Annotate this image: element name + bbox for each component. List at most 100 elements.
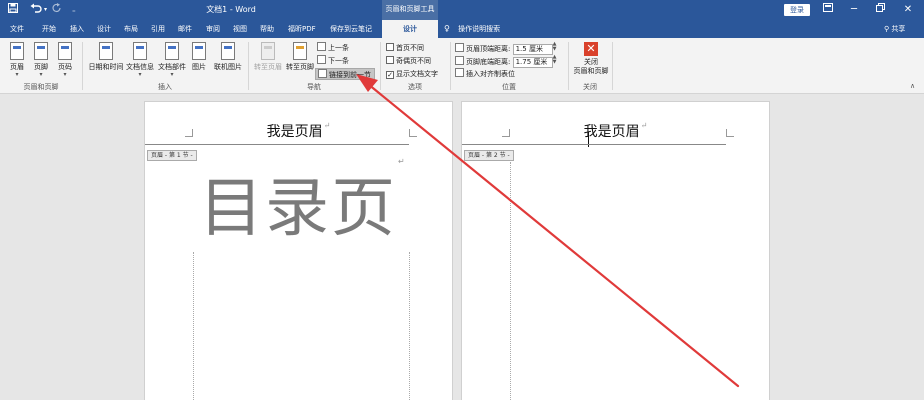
doc-info-button[interactable]: 文档信息 ▾ bbox=[125, 42, 155, 78]
close-header-footer-button[interactable]: ✕ 关闭 页眉和页脚 bbox=[570, 42, 612, 76]
tab-help[interactable]: 帮助 bbox=[260, 22, 274, 36]
tab-design[interactable]: 设计 bbox=[97, 22, 111, 36]
doc-parts-button[interactable]: 文档部件 ▾ bbox=[157, 42, 187, 78]
different-odd-even-checkbox[interactable]: 奇偶页不同 bbox=[386, 55, 431, 67]
dropdown-arrow-icon: ▾ bbox=[138, 71, 142, 78]
restore-icon[interactable] bbox=[870, 2, 890, 18]
next-button[interactable]: 下一条 bbox=[317, 55, 349, 67]
checkbox-icon bbox=[386, 56, 394, 64]
search-label: 操作说明搜索 bbox=[458, 25, 501, 33]
header-divider bbox=[145, 144, 409, 145]
header-text[interactable]: 我是页眉↵ bbox=[145, 121, 452, 141]
ribbon-tab-bar: 文件 开始 插入 设计 布局 引用 邮件 审阅 视图 帮助 福昕PDF 保存到云… bbox=[0, 20, 924, 38]
page-number-button[interactable]: 页码 ▾ bbox=[51, 42, 79, 78]
next-icon bbox=[317, 55, 326, 64]
group-separator bbox=[612, 42, 613, 90]
tab-references[interactable]: 引用 bbox=[151, 22, 165, 36]
online-picture-button[interactable]: 联机图片 bbox=[212, 42, 244, 72]
tab-file[interactable]: 文件 bbox=[10, 22, 24, 36]
share-button[interactable]: ⚲ 共享 bbox=[884, 22, 905, 36]
different-first-page-checkbox[interactable]: 首页不同 bbox=[386, 42, 424, 54]
tab-mailings[interactable]: 邮件 bbox=[178, 22, 192, 36]
group-label-navigation: 导航 bbox=[307, 83, 321, 91]
doc-parts-icon bbox=[165, 42, 179, 60]
page-1[interactable]: 我是页眉↵ 页眉 - 第 1 节 - 目录页↵ bbox=[144, 101, 453, 400]
link-to-previous-button[interactable]: 链接到前一节 bbox=[315, 68, 375, 80]
goto-header-icon bbox=[261, 42, 275, 60]
spinner-arrows-icon[interactable]: ▲ ▼ bbox=[553, 42, 559, 52]
goto-header-label: 转至页眉 bbox=[254, 63, 282, 71]
previous-icon bbox=[317, 42, 326, 51]
page-2[interactable]: 我是页眉↵ 页眉 - 第 2 节 - bbox=[461, 101, 770, 400]
section-label: 页眉 - 第 1 节 - bbox=[147, 150, 197, 161]
header-text-content: 我是页眉 bbox=[583, 124, 640, 140]
tab-layout[interactable]: 布局 bbox=[124, 22, 138, 36]
dropdown-arrow-icon: ▾ bbox=[170, 71, 174, 78]
group-label-position: 位置 bbox=[502, 83, 516, 91]
previous-button[interactable]: 上一条 bbox=[317, 42, 349, 54]
tell-me-search[interactable]: ♀ 操作说明搜索 bbox=[444, 22, 500, 36]
tab-review[interactable]: 审阅 bbox=[206, 22, 220, 36]
body-title: 目录页↵ bbox=[199, 157, 407, 249]
group-label-close: 关闭 bbox=[583, 83, 597, 91]
doc-info-icon bbox=[133, 42, 147, 60]
close-label-sub: 页眉和页脚 bbox=[573, 67, 609, 75]
tab-foxit-pdf[interactable]: 福昕PDF bbox=[288, 22, 316, 36]
tab-insert[interactable]: 插入 bbox=[70, 22, 84, 36]
picture-icon bbox=[192, 42, 206, 60]
ribbon: 页眉 ▾ 页脚 ▾ 页码 ▾ 页眉和页脚 日期和时间 文档信息 ▾ 文档部件 ▾… bbox=[0, 38, 924, 94]
tab-home[interactable]: 开始 bbox=[42, 22, 56, 36]
goto-footer-icon bbox=[293, 42, 307, 60]
share-label: 共享 bbox=[891, 25, 906, 33]
different-first-page-label: 首页不同 bbox=[396, 44, 424, 52]
goto-header-button[interactable]: 转至页眉 bbox=[252, 42, 284, 72]
minimize-icon[interactable]: ─ bbox=[844, 2, 864, 18]
group-label-options: 选项 bbox=[408, 83, 422, 91]
collapse-ribbon-icon[interactable]: ∧ bbox=[910, 82, 915, 90]
body-title-text: 目录页 bbox=[199, 172, 397, 246]
contextual-tab-title: 页眉和页脚工具 bbox=[382, 0, 438, 20]
close-window-icon[interactable]: ✕ bbox=[898, 2, 918, 18]
show-document-text-checkbox[interactable]: ✓ 显示文档文字 bbox=[386, 68, 438, 80]
header-text[interactable]: 我是页眉↵ bbox=[462, 121, 769, 141]
group-label-insert: 插入 bbox=[158, 83, 172, 91]
text-boundary-guide bbox=[510, 162, 511, 400]
insert-alignment-tab-button[interactable]: 插入对齐制表位 bbox=[455, 68, 515, 80]
link-icon bbox=[318, 69, 327, 78]
online-picture-label: 联机图片 bbox=[214, 63, 242, 71]
close-label: 关闭 bbox=[584, 58, 598, 66]
document-area[interactable]: 我是页眉↵ 页眉 - 第 1 节 - 目录页↵ 我是页眉↵ 页眉 - 第 2 节… bbox=[0, 95, 924, 400]
lightbulb-icon: ♀ bbox=[444, 24, 450, 33]
calendar-icon bbox=[99, 42, 113, 60]
header-top-distance-label: 页眉顶端距离: bbox=[466, 45, 511, 53]
footer-bottom-distance-row: 页脚底端距离: 1.75 厘米▲ ▼ bbox=[455, 55, 559, 68]
different-odd-even-label: 奇偶页不同 bbox=[396, 57, 431, 65]
insert-alignment-tab-label: 插入对齐制表位 bbox=[466, 70, 515, 78]
show-document-text-label: 显示文档文字 bbox=[396, 70, 438, 78]
checkmark-icon: ✓ bbox=[386, 71, 394, 79]
text-boundary-guide bbox=[409, 252, 410, 400]
tab-view[interactable]: 视图 bbox=[233, 22, 247, 36]
footer-position-icon bbox=[455, 56, 464, 65]
paragraph-mark: ↵ bbox=[640, 121, 648, 130]
link-to-previous-label: 链接到前一节 bbox=[329, 71, 371, 79]
section-label: 页眉 - 第 2 节 - bbox=[464, 150, 514, 161]
date-time-button[interactable]: 日期和时间 bbox=[88, 42, 124, 72]
page-number-icon bbox=[58, 42, 72, 60]
online-picture-icon bbox=[221, 42, 235, 60]
ribbon-display-icon[interactable] bbox=[818, 2, 838, 18]
date-time-label: 日期和时间 bbox=[88, 63, 124, 71]
header-top-distance-input[interactable]: 1.5 厘米 bbox=[512, 44, 553, 55]
person-icon: ⚲ bbox=[884, 25, 890, 33]
tab-save-to-cloud-notes[interactable]: 保存到云笔记 bbox=[330, 22, 372, 36]
picture-button[interactable]: 图片 bbox=[187, 42, 211, 72]
goto-footer-button[interactable]: 转至页脚 bbox=[284, 42, 316, 72]
paragraph-mark: ↵ bbox=[398, 157, 407, 166]
login-button[interactable]: 登录 bbox=[784, 4, 810, 16]
group-label-header-footer: 页眉和页脚 bbox=[23, 83, 59, 91]
paragraph-mark: ↵ bbox=[323, 121, 331, 130]
next-label: 下一条 bbox=[328, 57, 349, 65]
spinner-arrows-icon[interactable]: ▲ ▼ bbox=[553, 55, 559, 65]
tab-header-footer-design[interactable]: 设计 bbox=[382, 20, 438, 38]
footer-bottom-distance-input[interactable]: 1.75 厘米 bbox=[512, 57, 553, 68]
